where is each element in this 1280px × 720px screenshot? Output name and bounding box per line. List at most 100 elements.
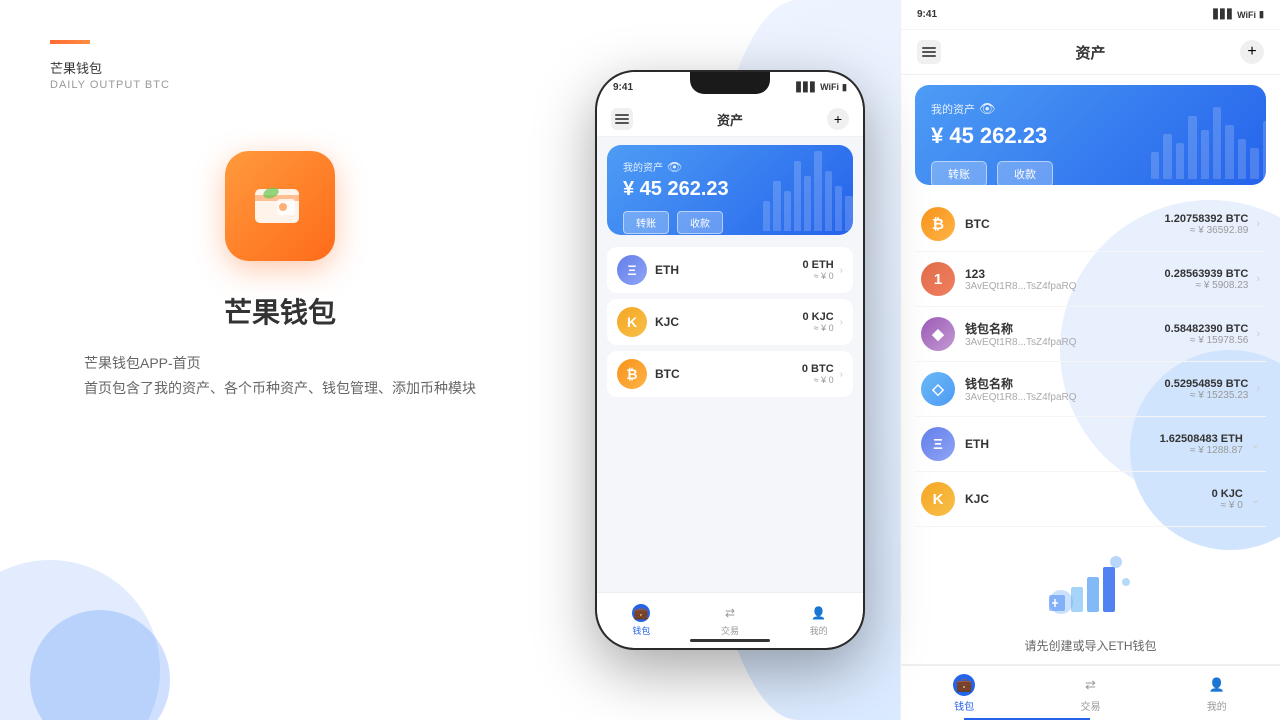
- right-header-title: 资产: [1075, 42, 1105, 63]
- right-header: 资产 +: [901, 30, 1280, 75]
- phone-coin-item[interactable]: ₿ BTC 0 BTC ≈ ¥ 0 ›: [607, 351, 853, 397]
- right-coin-item-3[interactable]: ◇ 钱包名称 3AvEQt1R8...TsZ4fpaRQ 0.52954859 …: [915, 362, 1266, 417]
- phone-transfer-btn[interactable]: 转账: [623, 211, 669, 234]
- rp-coin-approx: ≈ ¥ 0: [1212, 500, 1243, 511]
- phone-bottom-nav: 💼 钱包 ⇄ 交易 👤 我的: [597, 592, 863, 648]
- phone-asset-label: 我的资产 👁: [623, 159, 837, 174]
- coin-address: 3AvEQt1R8...TsZ4fpaRQ: [965, 281, 1077, 292]
- rp-nav-label-2: 我的: [1207, 698, 1227, 713]
- rp-coin-arrow-icon: ›: [1256, 218, 1260, 230]
- rp-coin-amount: 0.52954859 BTC: [1165, 378, 1249, 390]
- coin-address: 3AvEQt1R8...TsZ4fpaRQ: [965, 337, 1077, 348]
- rp-coin-approx: ≈ ¥ 1288.87: [1160, 445, 1243, 456]
- right-add-btn[interactable]: +: [1240, 40, 1264, 64]
- phone-nav-icon-0: 💼: [632, 604, 650, 622]
- right-coin-item-4[interactable]: Ξ ETH 1.62508483 ETH ≈ ¥ 1288.87 ⌄: [915, 417, 1266, 472]
- phone-nav-label-2: 我的: [810, 624, 828, 637]
- rp-coin-arrow-icon: ⌄: [1251, 438, 1260, 451]
- rp-coin-logo-kjc: K: [921, 482, 955, 516]
- rp-coin-amount: 0.28563939 BTC: [1165, 268, 1249, 280]
- rp-coin-approx: ≈ ¥ 36592.89: [1165, 225, 1249, 236]
- rp-coin-arrow-icon: ›: [1256, 383, 1260, 395]
- phone-nav-item-0[interactable]: 💼 钱包: [597, 604, 686, 637]
- app-main-title: 芒果钱包: [224, 291, 336, 331]
- rp-coin-name: ETH: [965, 437, 989, 451]
- right-time: 9:41: [917, 9, 937, 20]
- right-coin-item-2[interactable]: ◆ 钱包名称 3AvEQt1R8...TsZ4fpaRQ 0.58482390 …: [915, 307, 1266, 362]
- phone-menu-icon[interactable]: [611, 108, 633, 130]
- rp-nav-label-0: 钱包: [954, 698, 974, 713]
- rp-coin-name: KJC: [965, 492, 989, 506]
- rp-coin-arrow-icon: ›: [1256, 328, 1260, 340]
- right-status-bar: 9:41 ▋▋▋ WiFi ▮: [901, 0, 1280, 30]
- rp-coin-approx: ≈ ¥ 5908.23: [1165, 280, 1249, 291]
- phone-header-title: 资产: [717, 110, 743, 129]
- phone-home-indicator: [690, 639, 770, 642]
- phone-notch: [690, 72, 770, 94]
- coin-arrow-icon: ›: [840, 369, 843, 380]
- coin-logo-btc: ₿: [617, 359, 647, 389]
- rp-coin-logo-wlt: ◆: [921, 317, 955, 351]
- rp-coin-amount: 1.20758392 BTC: [1165, 213, 1249, 225]
- phone-nav-label-1: 交易: [721, 624, 739, 637]
- coin-right: 0 ETH ≈ ¥ 0: [802, 259, 833, 281]
- right-coin-list: ₿ BTC 1.20758392 BTC ≈ ¥ 36592.89 › 1 12…: [915, 197, 1266, 527]
- phone-receive-btn[interactable]: 收款: [677, 211, 723, 234]
- right-asset-label: 我的资产 👁: [931, 101, 1250, 117]
- phone-header: 资产 +: [597, 102, 863, 137]
- phone-nav-item-1[interactable]: ⇄ 交易: [686, 604, 775, 637]
- eth-prompt-illustration: [1041, 547, 1141, 627]
- coin-name: BTC: [655, 367, 680, 381]
- phone-nav-item-2[interactable]: 👤 我的: [774, 604, 863, 637]
- phone-shell: 9:41 ▋▋▋ WiFi ▮ 资产 + 我的 资产: [595, 70, 865, 650]
- coin-arrow-icon: ›: [840, 317, 843, 328]
- rp-coin-name: 123: [965, 267, 1077, 281]
- app-icon: [225, 151, 335, 261]
- eye-icon[interactable]: 👁: [667, 160, 682, 174]
- right-nav-item-0[interactable]: 💼 钱包: [901, 674, 1027, 713]
- phone-status-icons: ▋▋▋ WiFi ▮: [796, 82, 847, 93]
- rp-coin-amount: 0 KJC: [1212, 488, 1243, 500]
- rp-coin-name: 钱包名称: [965, 320, 1077, 337]
- right-nav-item-1[interactable]: ⇄ 交易: [1027, 674, 1153, 713]
- app-subtitle: DAILY OUTPUT BTC: [50, 79, 510, 91]
- right-coin-item-5[interactable]: K KJC 0 KJC ≈ ¥ 0 ⌄: [915, 472, 1266, 527]
- rp-coin-info: 钱包名称 3AvEQt1R8...TsZ4fpaRQ: [965, 320, 1077, 348]
- right-transfer-btn[interactable]: 转账: [931, 161, 987, 185]
- rp-coin-info: KJC: [965, 492, 989, 506]
- rp-nav-label-1: 交易: [1080, 698, 1100, 713]
- eth-prompt-text: 请先创建或导入ETH钱包: [925, 637, 1256, 654]
- coin-logo-eth: Ξ: [617, 255, 647, 285]
- right-bottom-nav: 💼 钱包 ⇄ 交易 👤 我的: [901, 664, 1280, 720]
- right-menu-icon[interactable]: [917, 40, 941, 64]
- rp-coin-info: 123 3AvEQt1R8...TsZ4fpaRQ: [965, 267, 1077, 292]
- phone-add-btn[interactable]: +: [827, 108, 849, 130]
- coin-logo-kjc: K: [617, 307, 647, 337]
- phone-asset-card: 我的资产 👁 ¥ 45 262.23 转账 收款: [607, 145, 853, 235]
- rp-coin-amount: 0.58482390 BTC: [1165, 323, 1249, 335]
- right-coin-item-0[interactable]: ₿ BTC 1.20758392 BTC ≈ ¥ 36592.89 ›: [915, 197, 1266, 252]
- rp-coin-name: BTC: [965, 217, 990, 231]
- rp-nav-icon-2: 👤: [1206, 674, 1228, 696]
- rp-coin-amount: 1.62508483 ETH: [1160, 433, 1243, 445]
- coin-arrow-icon: ›: [840, 265, 843, 276]
- rp-coin-logo-eth: Ξ: [921, 427, 955, 461]
- left-panel: 芒果钱包 DAILY OUTPUT BTC 芒果钱包 芒果钱包APP-首页 首页…: [0, 0, 560, 720]
- phone-coin-item[interactable]: Ξ ETH 0 ETH ≈ ¥ 0 ›: [607, 247, 853, 293]
- right-eye-icon[interactable]: 👁: [979, 101, 996, 117]
- coin-right: 0 BTC ≈ ¥ 0: [802, 363, 834, 385]
- right-card-bg: [1151, 85, 1266, 185]
- rp-coin-info: BTC: [965, 217, 990, 231]
- phone-nav-icon-2: 👤: [810, 604, 828, 622]
- right-nav-item-2[interactable]: 👤 我的: [1154, 674, 1280, 713]
- rp-coin-name: 钱包名称: [965, 375, 1077, 392]
- phone-nav-icon-1: ⇄: [721, 604, 739, 622]
- rp-coin-arrow-icon: ⌄: [1251, 493, 1260, 506]
- phone-time: 9:41: [613, 82, 633, 93]
- rp-coin-right: 0.52954859 BTC ≈ ¥ 15235.23: [1165, 378, 1249, 401]
- rp-nav-icon-0: 💼: [953, 674, 975, 696]
- right-asset-card: 我的资产 👁 ¥ 45 262.23 转账 收款: [915, 85, 1266, 185]
- right-coin-item-1[interactable]: 1 123 3AvEQt1R8...TsZ4fpaRQ 0.28563939 B…: [915, 252, 1266, 307]
- phone-coin-item[interactable]: K KJC 0 KJC ≈ ¥ 0 ›: [607, 299, 853, 345]
- right-receive-btn[interactable]: 收款: [997, 161, 1053, 185]
